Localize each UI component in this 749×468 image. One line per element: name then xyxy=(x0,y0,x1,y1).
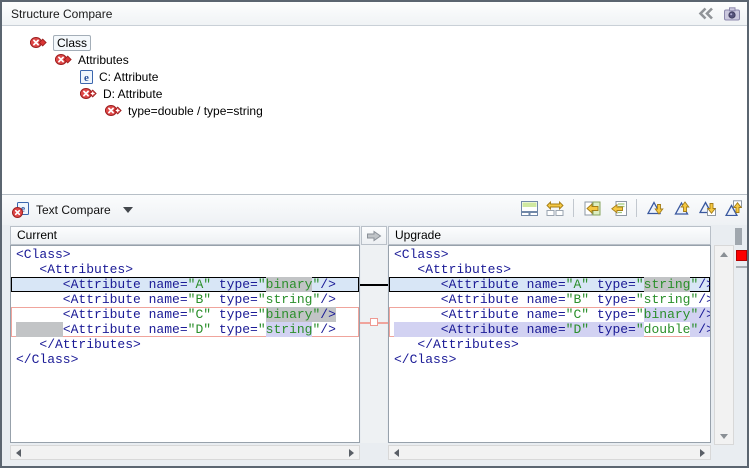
right-pane-title: Upgrade xyxy=(395,228,441,242)
vertical-scrollbar[interactable] xyxy=(714,245,734,445)
conflict-diff-handle[interactable] xyxy=(370,318,378,326)
copy-all-right-to-left-icon[interactable] xyxy=(582,198,602,218)
left-pane-header: Current xyxy=(10,226,360,245)
conflict-icon xyxy=(55,53,72,66)
tree-item-type-double-type-string[interactable]: type=double / type=string xyxy=(2,102,747,119)
toolbar-separator xyxy=(636,199,637,217)
conflict-icon xyxy=(30,36,47,49)
code-line: <Attribute name="D" type="string"/> xyxy=(11,322,359,337)
text-compare-header: e Text Compare xyxy=(2,194,747,225)
scroll-up-button[interactable] xyxy=(715,246,733,262)
code-line: <Attribute name="B" type="string"/> xyxy=(389,292,710,307)
change-marker[interactable] xyxy=(736,266,747,268)
code-line: </Class> xyxy=(11,352,359,367)
structure-compare-header: Structure Compare xyxy=(2,2,747,26)
scroll-down-button[interactable] xyxy=(715,428,733,444)
code-line: </Attributes> xyxy=(389,337,710,352)
element-icon: e xyxy=(80,70,93,84)
left-horizontal-scrollbar[interactable] xyxy=(10,445,360,460)
two-pane-layout-icon[interactable] xyxy=(519,198,539,218)
code-line: <Class> xyxy=(389,247,710,262)
compare-editor-window: Structure Compare Class Attributes e C: Att… xyxy=(0,0,749,468)
toolbar-separator xyxy=(573,199,574,217)
conflict-add-icon xyxy=(105,104,122,117)
right-arrow-icon xyxy=(349,449,354,457)
tree-item-class[interactable]: Class xyxy=(2,34,747,51)
scroll-right-button[interactable] xyxy=(695,446,710,459)
code-line: <Attribute name="A" type="string"/> xyxy=(389,277,710,292)
code-line: <Class> xyxy=(11,247,359,262)
scroll-left-button[interactable] xyxy=(389,446,404,459)
structure-compare-tree[interactable]: Class Attributes e C: Attribute D: Attribute… xyxy=(2,26,747,194)
next-difference-icon[interactable] xyxy=(645,198,665,218)
right-pane-header: Upgrade xyxy=(388,226,711,245)
down-arrow-icon xyxy=(720,434,728,439)
conflict-add-icon xyxy=(80,87,97,100)
tree-item-d-attribute[interactable]: D: Attribute xyxy=(2,85,747,102)
structure-compare-toolbar xyxy=(697,5,741,22)
left-pane-title: Current xyxy=(17,228,57,242)
previous-difference-icon[interactable] xyxy=(671,198,691,218)
right-arrow-icon xyxy=(700,449,705,457)
image-compare-icon[interactable] xyxy=(723,5,741,22)
text-compare-title: Text Compare xyxy=(36,203,111,217)
tree-item-c-attribute[interactable]: e C: Attribute xyxy=(2,68,747,85)
selected-diff-block[interactable]: <Attribute name="A" type="string"/> xyxy=(389,277,710,292)
code-line: <Attribute name="C" type="binary"/> xyxy=(11,307,359,322)
tree-item-label: type=double / type=string xyxy=(128,104,263,118)
code-line: <Attributes> xyxy=(389,262,710,277)
tree-item-attributes[interactable]: Attributes xyxy=(2,51,747,68)
conflict-diff-block[interactable]: <Attribute name="C" type="binary"/> <Att… xyxy=(389,307,710,337)
code-line: <Attributes> xyxy=(11,262,359,277)
scroll-left-button[interactable] xyxy=(11,446,26,459)
tree-item-label: D: Attribute xyxy=(103,87,162,101)
overview-ruler[interactable] xyxy=(736,247,748,443)
right-code-pane[interactable]: <Class> <Attributes> <Attribute name="A"… xyxy=(388,245,711,443)
right-horizontal-scrollbar[interactable] xyxy=(388,445,711,460)
tree-item-label: C: Attribute xyxy=(99,70,158,84)
code-line: <Attribute name="D" type="double"/> xyxy=(389,322,710,337)
dropdown-caret-icon[interactable] xyxy=(123,207,133,213)
conflict-diff-block[interactable]: <Attribute name="C" type="binary"/> <Att… xyxy=(11,307,359,337)
left-arrow-icon xyxy=(394,449,399,457)
tree-item-label: Attributes xyxy=(78,53,129,67)
overview-ruler-header xyxy=(735,228,742,245)
left-arrow-icon xyxy=(16,449,21,457)
direction-right-arrow-icon xyxy=(366,230,382,242)
text-compare-toolbar xyxy=(519,198,743,218)
code-line: </Attributes> xyxy=(11,337,359,352)
next-change-icon[interactable] xyxy=(697,198,717,218)
code-line: <Attribute name="A" type="binary"/> xyxy=(11,277,359,292)
tree-item-label: Class xyxy=(53,35,91,51)
code-line: <Attribute name="C" type="binary"/> xyxy=(389,307,710,322)
up-arrow-icon xyxy=(720,252,728,257)
gutter-header xyxy=(361,226,387,245)
left-code-pane[interactable]: <Class> <Attributes> <Attribute name="A"… xyxy=(10,245,360,443)
svg-text:e: e xyxy=(84,71,89,83)
selected-diff-connector xyxy=(360,284,388,286)
copy-current-right-to-left-icon[interactable] xyxy=(608,198,628,218)
code-line: <Attribute name="B" type="string"/> xyxy=(11,292,359,307)
text-compare-icon: e xyxy=(12,202,29,218)
structure-compare-title: Structure Compare xyxy=(2,7,112,21)
conflict-marker[interactable] xyxy=(736,250,747,261)
swap-left-right-icon[interactable] xyxy=(545,198,565,218)
previous-change-icon[interactable] xyxy=(723,198,743,218)
selected-diff-block[interactable]: <Attribute name="A" type="binary"/> xyxy=(11,277,359,292)
collapse-all-icon[interactable] xyxy=(697,5,715,22)
scroll-right-button[interactable] xyxy=(344,446,359,459)
code-line: </Class> xyxy=(389,352,710,367)
diff-gutter xyxy=(361,245,387,443)
